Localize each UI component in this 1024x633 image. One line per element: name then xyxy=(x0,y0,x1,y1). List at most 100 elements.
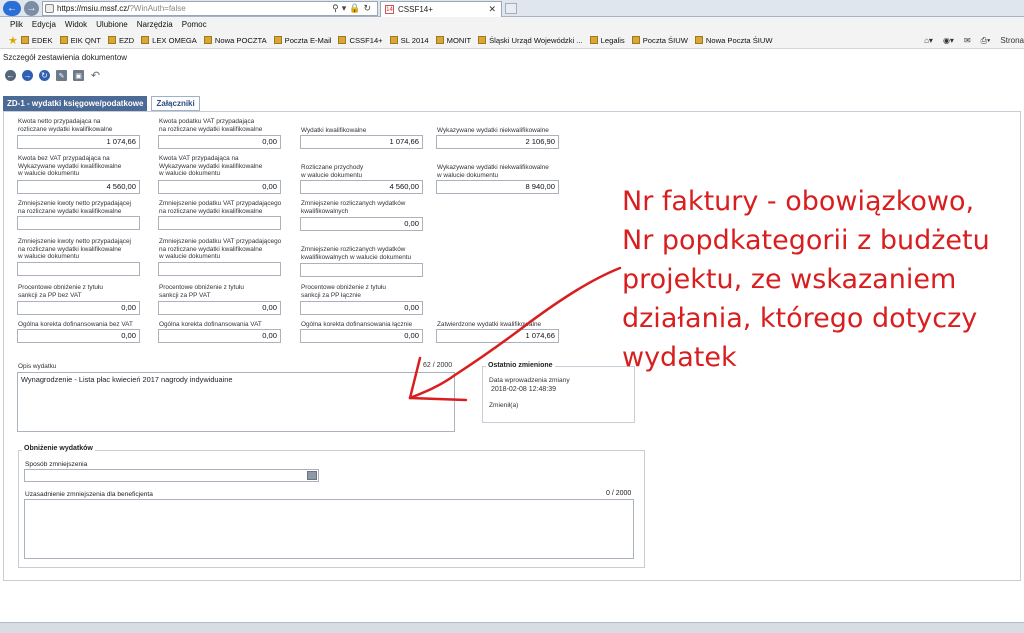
field-input[interactable] xyxy=(17,216,140,230)
menu-item-view[interactable]: Widok xyxy=(65,20,87,29)
field-input[interactable]: 0,00 xyxy=(300,329,423,343)
tab-zd1[interactable]: ZD-1 - wydatki księgowe/podatkowe xyxy=(3,96,148,111)
last-changed-box xyxy=(482,366,635,423)
refresh-icon[interactable]: ↻ xyxy=(39,70,50,81)
annotation-line: wydatek xyxy=(622,342,737,373)
field-input[interactable]: 0,00 xyxy=(17,301,140,315)
field-korekta-vat: Ogólna korekta dofinansowania VAT 0,00 xyxy=(158,321,281,343)
favorite-link[interactable]: EDEK xyxy=(20,36,53,45)
field-zmniejszenie-rozliczanych-waluta: Zmniejszenie rozliczanych wydatków kwali… xyxy=(300,246,423,277)
folder-icon xyxy=(389,36,398,44)
field-zmniejszenie-rozliczanych: Zmniejszenie rozliczanych wydatków kwali… xyxy=(300,200,423,231)
field-niekwalifikowalne-waluta: Wykazywane wydatki niekwalifikowalne w w… xyxy=(436,164,559,194)
favorite-link[interactable]: Poczta ŚIUW xyxy=(631,36,688,45)
command-bar: ⌂▾ ◉▾ ✉ ⎙▾ Strona xyxy=(908,32,1024,48)
favorite-link[interactable]: EIK QNT xyxy=(59,36,101,45)
change-date-value: 2018-02-08 12:48:39 xyxy=(491,386,556,393)
favorite-link[interactable]: Śląski Urząd Wojewódzki ... xyxy=(478,36,583,45)
url-main: https://msiu.mssf.cz/ xyxy=(57,4,130,13)
undo-icon[interactable]: ↶ xyxy=(90,70,101,82)
field-input[interactable]: 0,00 xyxy=(300,217,423,231)
field-kwota-netto: Kwota netto przypadająca na rozliczane w… xyxy=(17,118,140,149)
field-input[interactable]: 1 074,66 xyxy=(300,135,423,149)
back-button[interactable]: ← xyxy=(3,1,21,16)
field-input[interactable]: 0,00 xyxy=(158,301,281,315)
home-icon[interactable]: ⌂▾ xyxy=(924,36,933,45)
print-icon[interactable]: ⎙▾ xyxy=(981,36,991,46)
field-input[interactable]: 2 106,90 xyxy=(436,135,559,149)
browser-tab[interactable]: 14 CSSF14+ ✕ xyxy=(380,1,502,17)
page-menu[interactable]: Strona xyxy=(1000,36,1024,45)
field-input[interactable] xyxy=(300,263,423,277)
mail-icon[interactable]: ✉ xyxy=(964,36,971,45)
menu-item-file[interactable]: Plik xyxy=(10,20,23,29)
favorite-link[interactable]: Poczta E-Mail xyxy=(273,36,331,45)
favorite-link[interactable]: Legalis xyxy=(589,36,625,45)
page-icon xyxy=(45,4,54,13)
forward-button[interactable]: → xyxy=(24,1,39,16)
favorite-link[interactable]: LEX OMEGA xyxy=(141,36,197,45)
folder-icon xyxy=(59,36,68,44)
annotation-line: Nr faktury - obowiązkowo, xyxy=(622,186,975,217)
field-input[interactable]: 0,00 xyxy=(17,329,140,343)
field-input[interactable] xyxy=(158,216,281,230)
folder-icon xyxy=(631,36,640,44)
description-counter: 62 / 2000 xyxy=(423,362,453,369)
tab-attachments[interactable]: Załączniki xyxy=(151,96,200,111)
favorites-star-icon[interactable]: ★ xyxy=(8,34,18,47)
new-tab-button[interactable] xyxy=(505,3,517,14)
field-podatek-vat: Kwota podatku VAT przypadająca na rozlic… xyxy=(158,118,281,149)
address-bar[interactable]: https://msiu.mssf.cz/?WinAuth=false ⚲▾🔒↻ xyxy=(42,1,378,16)
field-input[interactable]: 1 074,66 xyxy=(17,135,140,149)
folder-icon xyxy=(20,36,29,44)
url-rest: ?WinAuth=false xyxy=(129,4,186,13)
field-input[interactable]: 4 560,00 xyxy=(300,180,423,194)
address-actions-icon[interactable]: ⚲▾🔒↻ xyxy=(332,3,374,14)
menu-item-edit[interactable]: Edycja xyxy=(32,20,56,29)
menu-item-tools[interactable]: Narzędzia xyxy=(137,20,173,29)
save-icon[interactable]: ▣ xyxy=(73,70,84,81)
rss-icon[interactable]: ◉▾ xyxy=(943,36,954,45)
favorite-link[interactable]: SL 2014 xyxy=(389,36,429,45)
page-title: Szczegół zestawienia dokumentow xyxy=(3,53,128,62)
field-input[interactable] xyxy=(158,262,281,276)
browser-titlebar: ← → https://msiu.mssf.cz/?WinAuth=false … xyxy=(0,0,1024,17)
menu-bar: Plik Edycja Widok Ulubione Narzędzia Pom… xyxy=(0,17,1024,32)
field-kwota-bez-vat: Kwota bez VAT przypadająca na Wykazywane… xyxy=(17,155,140,194)
field-input[interactable]: 0,00 xyxy=(158,180,281,194)
field-input[interactable]: 0,00 xyxy=(158,329,281,343)
reduction-title: Obniżenie wydatków xyxy=(22,445,95,452)
annotation-line: Nr popdkategorii z budżetu xyxy=(622,225,990,256)
field-input[interactable]: 0,00 xyxy=(300,301,423,315)
folder-icon xyxy=(589,36,598,44)
field-kwota-vat: Kwota VAT przypadająca na Wykazywane wyd… xyxy=(158,155,281,194)
menu-item-help[interactable]: Pomoc xyxy=(182,20,207,29)
justification-label: Uzasadnienie zmniejszenia dla beneficjen… xyxy=(25,491,153,498)
tab-title: CSSF14+ xyxy=(398,5,433,14)
menu-item-favorites[interactable]: Ulubione xyxy=(96,20,128,29)
field-procent-bez-vat: Procentowe obniżenie z tytułu sankcji za… xyxy=(17,284,140,315)
field-input[interactable]: 0,00 xyxy=(158,135,281,149)
field-input[interactable]: 1 074,66 xyxy=(436,329,559,343)
field-input[interactable]: 8 940,00 xyxy=(436,180,559,194)
favorite-link[interactable]: Nowa Poczta ŚIUW xyxy=(694,36,773,45)
justification-textarea[interactable] xyxy=(24,499,634,559)
field-input[interactable]: 4 560,00 xyxy=(17,180,140,194)
field-zmniejszenie-netto: Zmniejszenie kwoty netto przypadającej n… xyxy=(17,200,140,230)
favorite-link[interactable]: MONIT xyxy=(435,36,471,45)
favorite-link[interactable]: Nowa POCZTA xyxy=(203,36,267,45)
description-textarea[interactable]: Wynagrodzenie - Lista płac kwiecień 2017… xyxy=(17,372,455,432)
favorite-link[interactable]: EZD xyxy=(107,36,134,45)
edit-icon[interactable]: ✎ xyxy=(56,70,67,81)
favorite-link[interactable]: CSSF14+ xyxy=(338,36,383,45)
list-picker-icon[interactable] xyxy=(307,471,317,480)
field-zmniejszenie-netto-waluta: Zmniejszenie kwoty netto przypadającej n… xyxy=(17,238,140,276)
forward-icon[interactable]: → xyxy=(22,70,33,81)
folder-icon xyxy=(141,36,150,44)
field-wydatki-kwalifikowalne: Wydatki kwalifikowalne 1 074,66 xyxy=(300,127,423,149)
field-input[interactable] xyxy=(17,262,140,276)
field-zatwierdzone-wydatki: Zatwierdzone wydatki kwalifikowalne 1 07… xyxy=(436,321,559,343)
back-icon[interactable]: ← xyxy=(5,70,16,81)
close-tab-icon[interactable]: ✕ xyxy=(488,4,496,15)
reduction-method-select[interactable] xyxy=(24,469,319,482)
